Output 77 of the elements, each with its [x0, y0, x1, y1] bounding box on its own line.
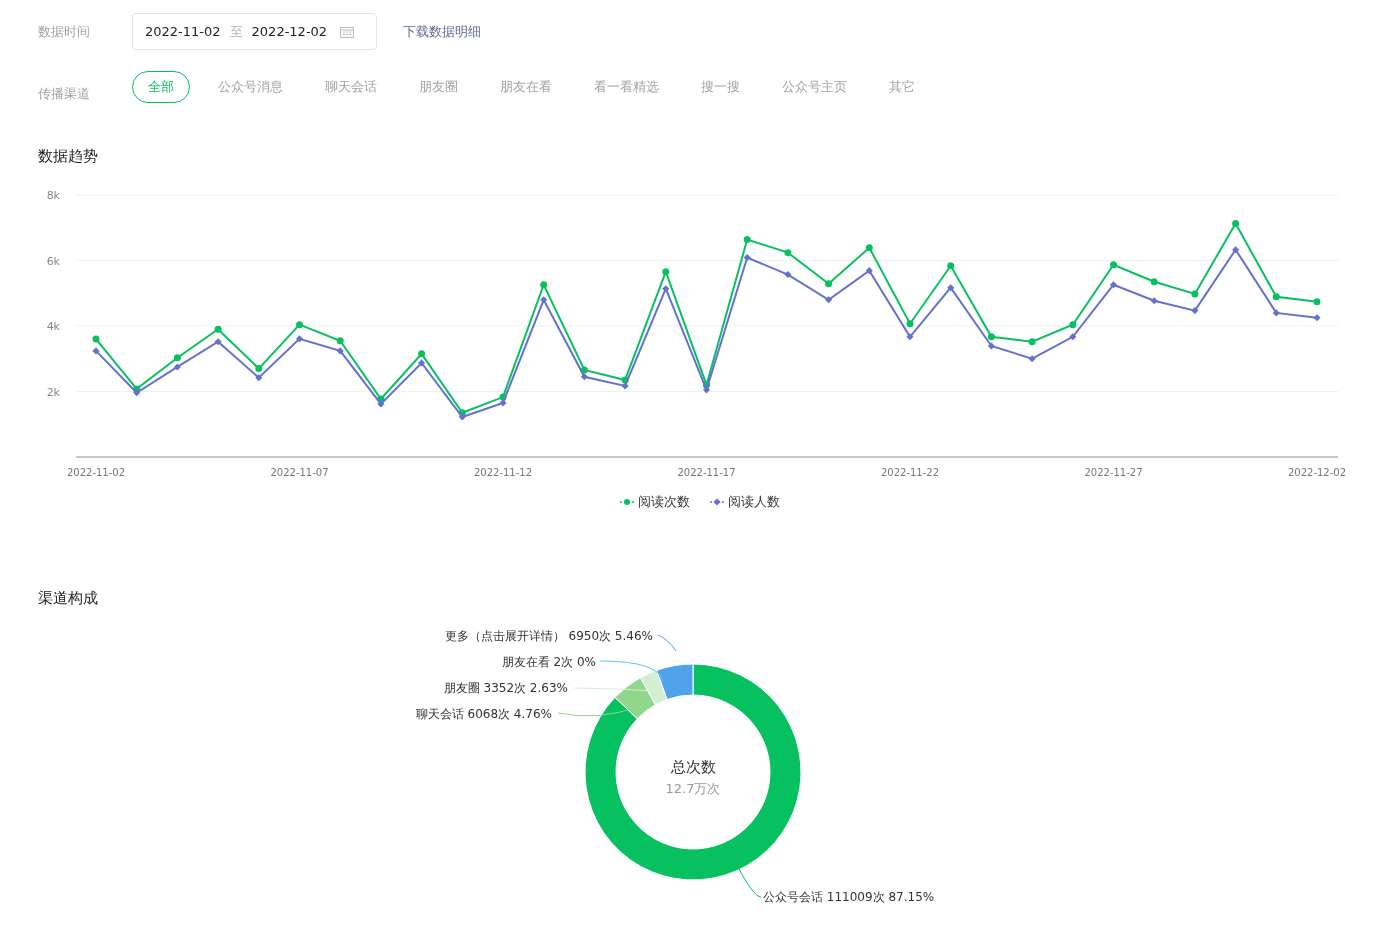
data-point [1232, 246, 1240, 254]
start-date: 2022-11-02 [145, 24, 221, 39]
legend-item[interactable]: 阅读人数 [710, 493, 780, 511]
data-point [1272, 293, 1280, 301]
data-point [1191, 307, 1199, 315]
data-point [1110, 261, 1117, 269]
data-point [214, 325, 222, 333]
data-point [1028, 338, 1036, 346]
data-point [743, 236, 751, 244]
data-point [1150, 297, 1158, 305]
data-point [1028, 355, 1036, 363]
data-point [662, 268, 670, 276]
data-point [906, 333, 914, 341]
slice-label: 更多（点击展开详情） 6950次 5.46% [444, 629, 653, 643]
y-axis-label: 6k [46, 254, 60, 268]
field-label: 传播渠道 [38, 85, 91, 103]
data-point [906, 320, 914, 328]
data-point [92, 335, 100, 343]
slice-label: 聊天会话 6068次 4.76% [415, 707, 552, 721]
data-point [825, 280, 833, 288]
line-dot-icon [620, 498, 634, 506]
x-axis-label: 2022-12-02 [1287, 467, 1347, 478]
date-range-field[interactable]: 2022-11-02 至 2022-12-02 [132, 13, 377, 50]
date-separator: 至 [229, 22, 243, 41]
data-point [1150, 278, 1158, 286]
section-title: 数据趋势 [38, 147, 99, 166]
data-point [865, 267, 873, 275]
y-axis-label: 2k [46, 385, 60, 399]
legend-label: 阅读次数 [638, 493, 690, 511]
slice-label: 朋友圈 3352次 2.63% [443, 681, 568, 695]
x-axis-label: 2022-11-22 [880, 467, 940, 478]
data-point [1069, 321, 1077, 329]
x-axis-label: 2022-11-12 [473, 467, 533, 478]
calendar-icon [340, 25, 355, 38]
data-point [1313, 314, 1321, 322]
x-axis-label: 2022-11-27 [1084, 467, 1143, 478]
data-point [1109, 281, 1118, 289]
data-point [1232, 220, 1240, 227]
data-point [743, 254, 751, 262]
data-point [1191, 290, 1199, 298]
center-title: 总次数 [670, 758, 716, 776]
leader-line [737, 866, 762, 898]
download-link[interactable]: 下载数据明细 [403, 22, 481, 41]
x-axis-label: 2022-11-07 [270, 467, 329, 478]
field-label: 数据时间 [38, 22, 91, 41]
channel-tab[interactable]: 全部 [132, 71, 190, 103]
x-axis-label: 2022-11-02 [66, 467, 126, 478]
data-point [336, 337, 344, 345]
leader-line [657, 634, 677, 652]
data-point [92, 347, 100, 355]
y-axis-label: 4k [46, 320, 60, 333]
data-point [865, 244, 873, 252]
slice-label: 朋友在看 2次 0% [501, 655, 596, 669]
line-diamond-icon [710, 498, 724, 506]
center-value: 12.7万次 [665, 781, 721, 796]
data-point [540, 296, 548, 304]
data-point [1272, 309, 1280, 317]
data-point [1313, 298, 1321, 306]
data-point [540, 281, 548, 289]
data-point [295, 335, 304, 343]
data-point [947, 262, 955, 270]
data-point [1069, 333, 1077, 341]
data-point [336, 347, 344, 355]
data-point [214, 338, 222, 346]
x-axis-label: 2022-11-17 [677, 467, 736, 478]
data-point [947, 284, 955, 292]
legend-label: 阅读人数 [728, 493, 780, 511]
data-point [662, 285, 670, 293]
data-point [296, 321, 303, 329]
slice-label: 公众号会话 111009次 87.15% [763, 890, 935, 904]
data-point [825, 296, 833, 304]
section-title: 渠道构成 [38, 589, 99, 608]
data-point [784, 271, 792, 279]
legend-item[interactable]: 阅读次数 [620, 493, 690, 511]
y-axis-label: 8k [46, 189, 60, 202]
end-date: 2022-12-02 [251, 24, 328, 39]
data-point [784, 249, 792, 257]
